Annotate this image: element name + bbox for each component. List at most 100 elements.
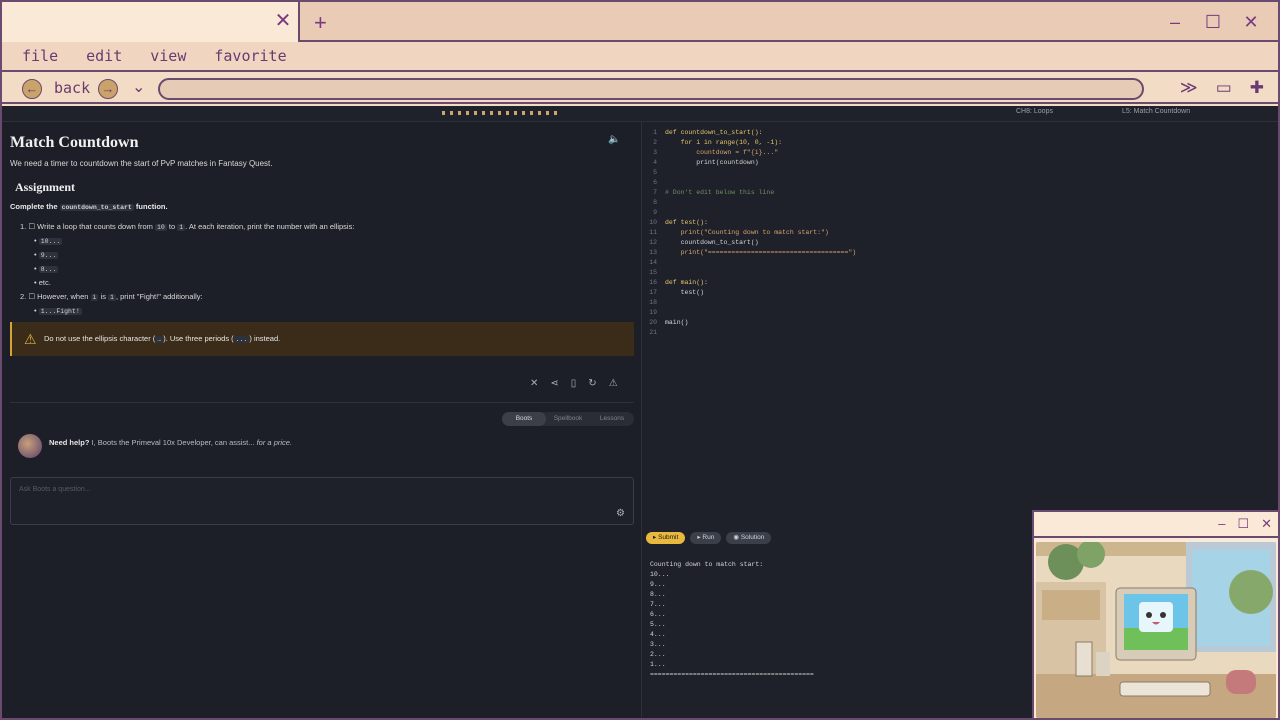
code-line[interactable]: 5: [643, 168, 856, 178]
browser-tab[interactable]: ✕: [0, 0, 300, 42]
line-number: 20: [649, 319, 657, 326]
output-line: 7...: [650, 601, 666, 608]
step-2: 2. ☐ However, when i is 1, print "Fight!…: [20, 292, 203, 301]
run-toolbar: ▸ Submit ▸ Run ◉ Solution: [646, 532, 772, 544]
back-arrow-icon[interactable]: ←: [22, 79, 42, 99]
bookmark-icon[interactable]: ▯: [571, 378, 577, 389]
line-number: 17: [649, 289, 657, 296]
code-line[interactable]: 8: [643, 198, 856, 208]
new-tab-button[interactable]: +: [314, 10, 327, 36]
double-chevron-icon[interactable]: ≫: [1180, 78, 1198, 98]
code-line[interactable]: 13 print("==============================…: [643, 248, 856, 258]
code-line[interactable]: 18: [643, 298, 856, 308]
line-number: 12: [649, 239, 657, 246]
code-line[interactable]: 3 countdown = f"{i}...": [643, 148, 856, 158]
line-number: 15: [649, 269, 657, 276]
console-output: Counting down to match start: 10... 9... 8.…: [650, 560, 814, 680]
pip-maximize-icon[interactable]: ☐: [1237, 516, 1249, 532]
lesson-subtitle: We need a timer to countdown the start o…: [10, 159, 273, 168]
help-tabs: Boots Spellbook Lessons: [502, 412, 634, 426]
code-line[interactable]: 19: [643, 308, 856, 318]
menu-edit[interactable]: edit: [86, 47, 122, 65]
forward-arrow-icon[interactable]: →: [98, 79, 118, 99]
close-icon[interactable]: ✕: [1242, 12, 1260, 32]
code-line[interactable]: 7 # Don't edit below this line: [643, 188, 856, 198]
warning-text: Do not use the ellipsis character (…). U…: [44, 334, 281, 343]
code-line[interactable]: 17 test(): [643, 288, 856, 298]
code-text: print("Counting down to match start:"): [665, 229, 829, 236]
code-line[interactable]: 2 for i in range(10, 0, -1):: [643, 138, 856, 148]
back-button-label[interactable]: back: [54, 79, 90, 97]
line-number: 8: [653, 199, 657, 206]
minimize-icon[interactable]: –: [1166, 12, 1184, 32]
code-line[interactable]: 20 main(): [643, 318, 856, 328]
puzzle-icon[interactable]: ✚: [1250, 78, 1264, 98]
assignment-heading: Assignment: [15, 180, 76, 194]
code-line[interactable]: 4 print(countdown): [643, 158, 856, 168]
line-number: 9: [653, 209, 657, 216]
code-line[interactable]: 6: [643, 178, 856, 188]
refresh-icon[interactable]: ↻: [588, 378, 596, 389]
code-line[interactable]: 15: [643, 268, 856, 278]
window-controls: – ☐ ✕: [1166, 12, 1260, 32]
ask-input[interactable]: Ask Boots a question... ⚙: [10, 477, 634, 525]
code-line[interactable]: 21: [643, 328, 856, 338]
menu-file[interactable]: file: [22, 47, 58, 65]
code-line[interactable]: 9: [643, 208, 856, 218]
code-line[interactable]: 12 countdown_to_start(): [643, 238, 856, 248]
menu-favorite[interactable]: favorite: [214, 47, 286, 65]
output-line: 2...: [650, 651, 666, 658]
code-line[interactable]: 10 def test():: [643, 218, 856, 228]
line-number: 13: [649, 249, 657, 256]
sword-icon[interactable]: ✕: [530, 378, 538, 389]
help-text: Need help? I, Boots the Primeval 10x Dev…: [49, 438, 293, 447]
inline-code: countdown_to_start: [59, 204, 134, 211]
code-editor[interactable]: 1 def countdown_to_start(): 2 for i in ran…: [643, 128, 856, 338]
code-line[interactable]: 16 def main():: [643, 278, 856, 288]
chevron-down-icon[interactable]: ⌄: [132, 77, 145, 97]
lesson-actions: ✕ ⋖ ▯ ↻ ⚠: [530, 378, 618, 389]
line-number: 2: [653, 139, 657, 146]
code-text: def test():: [665, 219, 708, 226]
step-1: 1. ☐ Write a loop that counts down from …: [20, 222, 355, 231]
address-bar[interactable]: [158, 78, 1144, 100]
code-text: countdown = f"{i}...": [665, 149, 779, 156]
ask-placeholder: Ask Boots a question...: [19, 486, 91, 493]
speaker-icon[interactable]: 🔈: [608, 134, 620, 145]
list-item: • 9...: [34, 250, 59, 259]
output-line: 4...: [650, 631, 666, 638]
solution-button[interactable]: ◉ Solution: [726, 532, 772, 544]
code-line[interactable]: 14: [643, 258, 856, 268]
picture-in-picture-window[interactable]: – ☐ ✕: [1032, 510, 1280, 720]
line-number: 7: [653, 189, 657, 196]
line-number: 14: [649, 259, 657, 266]
pip-close-icon[interactable]: ✕: [1261, 516, 1272, 532]
room-scene: [1036, 542, 1276, 718]
list-item: • etc.: [34, 278, 51, 287]
maximize-icon[interactable]: ☐: [1204, 12, 1222, 32]
menu-bar: file edit view favorite: [2, 42, 1278, 72]
folder-icon[interactable]: ▭: [1216, 78, 1232, 98]
report-icon[interactable]: ⚠: [609, 378, 618, 389]
gear-icon[interactable]: ⚙: [616, 508, 625, 519]
code-text: countdown_to_start(): [665, 239, 759, 246]
tab-close-icon[interactable]: ✕: [274, 11, 292, 31]
menu-view[interactable]: view: [150, 47, 186, 65]
submit-button[interactable]: ▸ Submit: [646, 532, 686, 544]
code-line[interactable]: 11 print("Counting down to match start:"…: [643, 228, 856, 238]
complete-line: Complete the countdown_to_start function…: [10, 202, 168, 211]
tab-spellbook[interactable]: Spellbook: [546, 412, 590, 426]
line-number: 21: [649, 329, 657, 336]
share-icon[interactable]: ⋖: [550, 378, 558, 389]
run-button[interactable]: ▸ Run: [690, 532, 722, 544]
chapter-select[interactable]: CH8: Loops: [1016, 108, 1053, 115]
line-number: 18: [649, 299, 657, 306]
pip-minimize-icon[interactable]: –: [1218, 516, 1225, 532]
lesson-select[interactable]: L5: Match Countdown: [1122, 108, 1190, 115]
code-text: def main():: [665, 279, 708, 286]
list-item: • 10...: [34, 236, 63, 245]
tab-boots[interactable]: Boots: [502, 412, 546, 426]
code-line[interactable]: 1 def countdown_to_start():: [643, 128, 856, 138]
tab-lessons[interactable]: Lessons: [590, 412, 634, 426]
line-number: 5: [653, 169, 657, 176]
